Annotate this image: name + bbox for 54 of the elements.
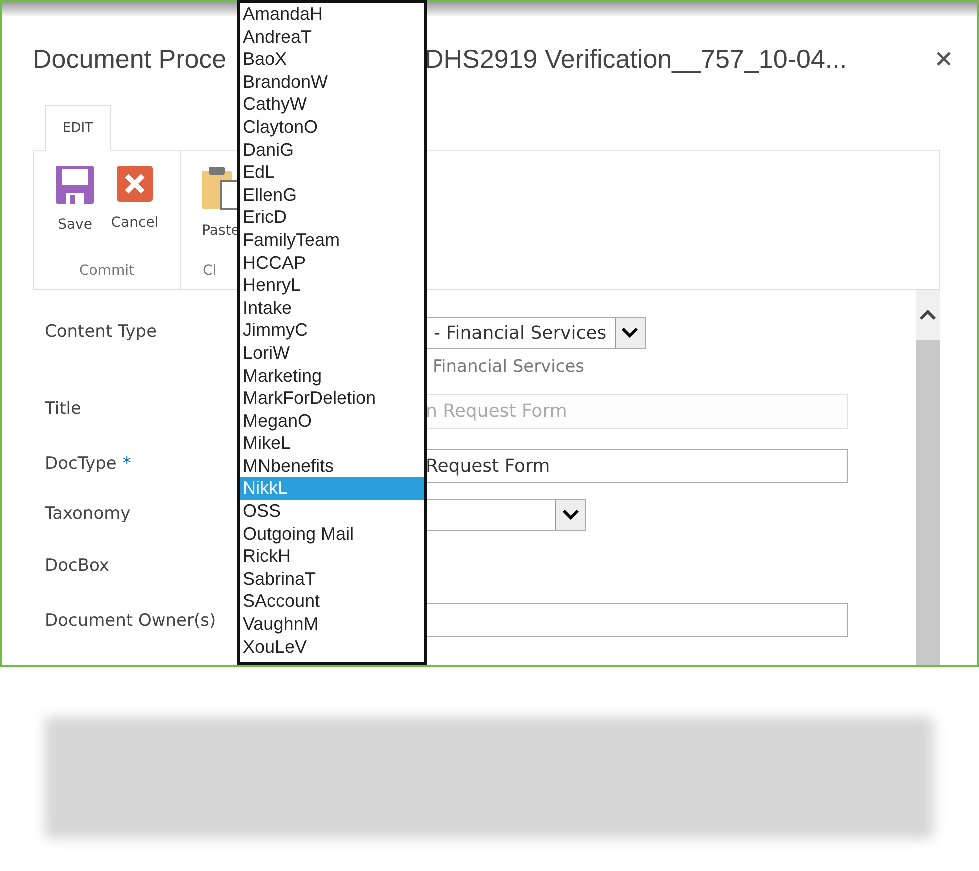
dropdown-option[interactable]: EricD (240, 206, 424, 229)
dropdown-option[interactable]: LoriW (240, 342, 424, 364)
dropdown-option[interactable]: BaoX (240, 48, 424, 71)
dialog-title: Document Proce (33, 44, 227, 74)
group-label: Commit (80, 262, 134, 281)
field-label: DocBox (45, 555, 110, 578)
required-mark: * (122, 453, 132, 476)
text-field[interactable] (425, 603, 848, 637)
dropdown-option[interactable]: EllenG (240, 184, 424, 206)
dropdown-option[interactable]: EdL (240, 161, 424, 184)
dropdown-option[interactable]: MNbenefits (240, 454, 424, 478)
dropdown-option[interactable]: Intake (240, 296, 424, 320)
dropdown-option[interactable]: AndreaT (240, 26, 424, 48)
dropdown-option[interactable]: SabrinaT (240, 568, 424, 590)
dropdown-option[interactable]: HCCAP (240, 252, 424, 274)
dropdown-option[interactable]: VaughnM (240, 613, 424, 636)
scrollbar[interactable] (916, 290, 940, 665)
dropdown-option[interactable]: AmandaH (240, 3, 424, 26)
dropdown-option[interactable]: MarkForDeletion (240, 387, 424, 410)
dropdown-option[interactable]: JimmyC (240, 319, 424, 342)
dropdown-option[interactable]: Marketing (240, 364, 424, 388)
dropdown-option[interactable]: XouLeV (240, 636, 424, 658)
select-field[interactable]: - Financial Services (425, 317, 646, 349)
dropdown-option[interactable]: FamilyTeam (240, 228, 424, 252)
dropdown-option[interactable]: Outgoing Mail (240, 522, 424, 546)
scroll-up-icon[interactable] (919, 309, 937, 321)
group-label: Cl (202, 262, 217, 281)
field-label: DocType (45, 453, 117, 476)
dialog-title: DHS2919 Verification__757_10-04... (425, 42, 848, 76)
dropdown-option[interactable]: OSS (240, 500, 424, 523)
chevron-down-icon (562, 509, 580, 521)
dropdown-option[interactable]: MikeL (240, 432, 424, 455)
field-label: Content Type (45, 321, 158, 344)
field-label: Title (45, 398, 82, 422)
dropdown-option[interactable]: BrandonW (240, 70, 424, 94)
dropdown-list[interactable] (237, 0, 427, 665)
close-icon (936, 51, 952, 67)
dropdown-option[interactable]: RickH (240, 545, 424, 568)
field-label: Taxonomy (45, 503, 131, 526)
cancel-button[interactable]: Cancel (109, 157, 161, 257)
ribbon-tab[interactable]: EDIT (45, 105, 111, 151)
dropdown-option[interactable]: HenryL (240, 274, 424, 297)
select-field[interactable] (425, 499, 586, 531)
dropdown-option[interactable]: MeganO (240, 410, 424, 432)
save-button[interactable]: Save (53, 157, 98, 257)
dropdown-option[interactable]: DaniG (240, 138, 424, 162)
text-field[interactable]: Request Form (425, 449, 848, 483)
dropdown-option[interactable]: CathyW (240, 93, 424, 116)
dropdown-option[interactable]: SAccount (240, 590, 424, 614)
field-label: Document Owner(s) (45, 610, 216, 634)
dropdown-option[interactable]: ClaytonO (240, 116, 424, 139)
cancel-icon (116, 165, 154, 203)
field-hint: Financial Services (433, 356, 586, 379)
chevron-down-icon (621, 327, 640, 339)
